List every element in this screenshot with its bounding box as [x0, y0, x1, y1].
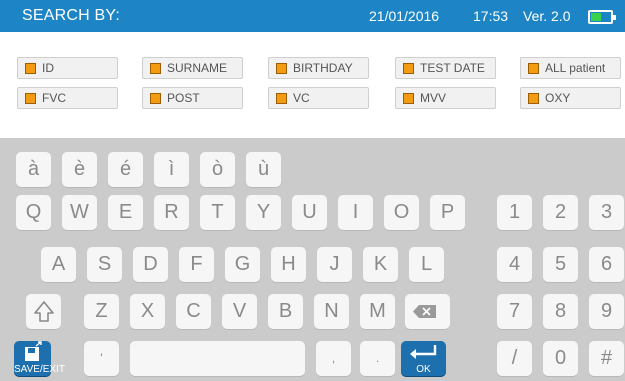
key-letter[interactable]: I [338, 195, 373, 230]
key-letter[interactable]: Z [84, 294, 119, 329]
key-digit[interactable]: 5 [543, 247, 578, 282]
filter-oxy[interactable]: OXY [520, 87, 621, 109]
filter-all-patient[interactable]: ALL patient [520, 57, 621, 79]
date-display: 21/01/2016 [369, 8, 440, 24]
key-letter[interactable]: O [384, 195, 419, 230]
checkbox-icon [403, 93, 414, 104]
backspace-icon [413, 305, 436, 318]
key-letter[interactable]: Q [16, 195, 51, 230]
save-exit-label: SAVE/EXIT [14, 364, 65, 375]
key-comma[interactable]: , [316, 341, 351, 376]
key-digit[interactable]: 7 [497, 294, 532, 329]
key-letter[interactable]: M [360, 294, 395, 329]
checkbox-icon [150, 63, 161, 74]
key-digit[interactable]: 6 [589, 247, 624, 282]
filter-fvc[interactable]: FVC [17, 87, 118, 109]
key-accent[interactable]: à [16, 152, 51, 187]
save-disk-icon [25, 341, 42, 361]
key-letter[interactable]: P [430, 195, 465, 230]
key-letter[interactable]: X [130, 294, 165, 329]
key-letter[interactable]: F [179, 247, 214, 282]
filter-label: SURNAME [167, 61, 228, 75]
key-digit[interactable]: 3 [589, 195, 624, 230]
checkbox-icon [25, 93, 36, 104]
key-accent[interactable]: é [108, 152, 143, 187]
filter-birthday[interactable]: BIRTHDAY [268, 57, 369, 79]
key-accent[interactable]: è [62, 152, 97, 187]
key-letter[interactable]: S [87, 247, 122, 282]
time-display: 17:53 [473, 8, 509, 24]
filter-id[interactable]: ID [17, 57, 118, 79]
key-letter[interactable]: L [409, 247, 444, 282]
backspace-key[interactable] [405, 294, 450, 329]
ok-label: OK [416, 364, 431, 375]
key-accent[interactable]: ì [154, 152, 189, 187]
filter-label: ALL patient [545, 61, 606, 75]
key-apostrophe[interactable]: ' [84, 341, 119, 376]
key-letter[interactable]: E [108, 195, 143, 230]
key-period[interactable]: . [360, 341, 395, 376]
key-letter[interactable]: Y [246, 195, 281, 230]
filter-surname[interactable]: SURNAME [142, 57, 243, 79]
filter-mvv[interactable]: MVV [395, 87, 496, 109]
key-letter[interactable]: H [271, 247, 306, 282]
filter-label: FVC [42, 91, 66, 105]
key-letter[interactable]: W [62, 195, 97, 230]
search-filters: ID SURNAME BIRTHDAY TEST DATE ALL patien… [0, 32, 625, 138]
key-letter[interactable]: N [314, 294, 349, 329]
key-letter[interactable]: R [154, 195, 189, 230]
key-letter[interactable]: D [133, 247, 168, 282]
shift-key[interactable] [26, 294, 61, 329]
filter-label: VC [293, 91, 310, 105]
checkbox-icon [150, 93, 161, 104]
key-letter[interactable]: A [41, 247, 76, 282]
battery-icon [588, 10, 616, 24]
header-bar: SEARCH BY: 21/01/2016 17:53 Ver. 2.0 [0, 0, 625, 32]
ok-enter-button[interactable]: OK [401, 341, 446, 376]
key-letter[interactable]: C [176, 294, 211, 329]
checkbox-icon [276, 93, 287, 104]
checkbox-icon [528, 63, 539, 74]
key-digit[interactable]: 2 [543, 195, 578, 230]
key-digit[interactable]: 9 [589, 294, 624, 329]
on-screen-keyboard: à è é ì ò ù Q W E R T Y U I O P A S D F … [0, 138, 625, 381]
filter-label: POST [167, 91, 200, 105]
key-digit[interactable]: 8 [543, 294, 578, 329]
key-letter[interactable]: U [292, 195, 327, 230]
key-letter[interactable]: V [222, 294, 257, 329]
enter-icon [410, 345, 437, 359]
key-digit[interactable]: 4 [497, 247, 532, 282]
battery-level [591, 13, 601, 21]
filter-post[interactable]: POST [142, 87, 243, 109]
space-bar[interactable] [130, 341, 305, 376]
filter-label: MVV [420, 91, 447, 105]
key-letter[interactable]: K [363, 247, 398, 282]
key-hash[interactable]: # [589, 341, 624, 376]
filter-test-date[interactable]: TEST DATE [395, 57, 496, 79]
filter-label: ID [42, 61, 54, 75]
shift-icon [33, 301, 54, 322]
checkbox-icon [25, 63, 36, 74]
filter-label: BIRTHDAY [293, 61, 353, 75]
key-digit[interactable]: 0 [543, 341, 578, 376]
checkbox-icon [403, 63, 414, 74]
key-accent[interactable]: ò [200, 152, 235, 187]
filter-label: OXY [545, 91, 571, 105]
key-digit[interactable]: 1 [497, 195, 532, 230]
page-title: SEARCH BY: [22, 7, 121, 24]
filter-vc[interactable]: VC [268, 87, 369, 109]
filter-label: TEST DATE [420, 61, 485, 75]
key-letter[interactable]: T [200, 195, 235, 230]
version-label: Ver. 2.0 [523, 8, 571, 24]
key-accent[interactable]: ù [246, 152, 281, 187]
key-letter[interactable]: B [268, 294, 303, 329]
key-letter[interactable]: J [317, 247, 352, 282]
save-exit-button[interactable]: SAVE/EXIT [14, 341, 65, 376]
checkbox-icon [528, 93, 539, 104]
checkbox-icon [276, 63, 287, 74]
key-slash[interactable]: / [497, 341, 532, 376]
key-letter[interactable]: G [225, 247, 260, 282]
